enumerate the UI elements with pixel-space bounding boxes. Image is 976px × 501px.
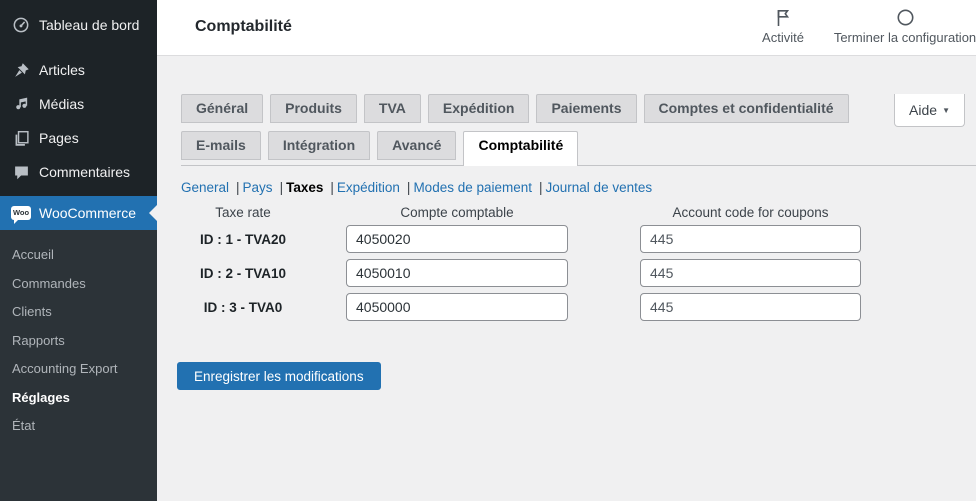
dashboard-icon: [11, 15, 31, 35]
subnav-general[interactable]: General: [181, 180, 229, 195]
woocommerce-icon: Woo: [11, 203, 31, 223]
subnav-separator: |: [407, 180, 411, 195]
account-code-input[interactable]: [346, 259, 568, 287]
tab-paiements[interactable]: Paiements: [536, 94, 636, 123]
page-title: Comptabilité: [195, 18, 292, 36]
subnav-expedition[interactable]: Expédition: [337, 180, 400, 195]
coupon-code-input[interactable]: [640, 225, 861, 253]
submenu-item-etat[interactable]: État: [0, 412, 157, 441]
finish-setup-label: Terminer la configuration: [834, 30, 976, 45]
table-header-row: Taxe rate Compte comptable Account code …: [181, 204, 976, 220]
tax-rate-label: ID : 2 - TVA10: [181, 266, 305, 281]
tab-row-1: Général Produits TVA Expédition Paiement…: [181, 94, 976, 123]
comments-icon: [11, 162, 31, 182]
tab-comptabilite[interactable]: Comptabilité: [463, 131, 578, 166]
sidebar-item-label: Médias: [39, 96, 84, 112]
sidebar-item-medias[interactable]: Médias: [0, 87, 157, 121]
settings-tabs: Général Produits TVA Expédition Paiement…: [181, 94, 976, 166]
subnav-separator: |: [330, 180, 334, 195]
activity-label: Activité: [762, 30, 804, 45]
table-row: ID : 3 - TVA0: [181, 293, 976, 321]
tab-general[interactable]: Général: [181, 94, 263, 123]
media-icon: [11, 94, 31, 114]
subnav-pays[interactable]: Pays: [243, 180, 273, 195]
admin-menu: Tableau de bord Articles Médias: [0, 0, 157, 230]
account-code-input[interactable]: [346, 293, 568, 321]
subnav-separator: |: [236, 180, 240, 195]
column-header-coupon: Account code for coupons: [640, 205, 861, 220]
sidebar-item-label: Commentaires: [39, 164, 130, 180]
sidebar-item-label: Pages: [39, 130, 79, 146]
coupon-code-input[interactable]: [640, 259, 861, 287]
submenu-item-accueil[interactable]: Accueil: [0, 241, 157, 270]
sidebar-item-dashboard[interactable]: Tableau de bord: [0, 8, 157, 42]
coupon-code-input[interactable]: [640, 293, 861, 321]
tab-integration[interactable]: Intégration: [268, 131, 370, 160]
subnav-modes-paiement[interactable]: Modes de paiement: [413, 180, 532, 195]
subnav-separator: |: [539, 180, 543, 195]
subnav-taxes[interactable]: Taxes: [286, 180, 323, 195]
tab-emails[interactable]: E-mails: [181, 131, 261, 160]
activity-button[interactable]: Activité: [753, 8, 813, 45]
submenu-item-rapports[interactable]: Rapports: [0, 327, 157, 356]
flag-icon: [753, 8, 813, 28]
submenu-item-clients[interactable]: Clients: [0, 298, 157, 327]
tab-expedition[interactable]: Expédition: [428, 94, 530, 123]
sidebar-item-label: Tableau de bord: [39, 17, 139, 33]
tax-rate-label: ID : 1 - TVA20: [181, 232, 305, 247]
page-header: Comptabilité Activité Terminer la config…: [157, 0, 976, 56]
subnav-separator: |: [280, 180, 284, 195]
table-row: ID : 1 - TVA20: [181, 225, 976, 253]
admin-sidebar: Tableau de bord Articles Médias: [0, 0, 157, 425]
sidebar-item-pages[interactable]: Pages: [0, 121, 157, 155]
save-changes-button[interactable]: Enregistrer les modifications: [177, 362, 381, 390]
tab-row-2: E-mails Intégration Avancé Comptabilité: [181, 131, 976, 166]
submenu-item-accounting-export[interactable]: Accounting Export: [0, 355, 157, 384]
submenu-item-commandes[interactable]: Commandes: [0, 270, 157, 299]
progress-circle-icon: [820, 8, 976, 28]
finish-setup-button[interactable]: Terminer la configuration: [820, 8, 976, 45]
sidebar-item-label: WooCommerce: [39, 205, 136, 221]
sidebar-item-woocommerce[interactable]: Woo WooCommerce: [0, 196, 157, 230]
submenu-item-reglages[interactable]: Réglages: [0, 384, 157, 413]
tax-rate-label: ID : 3 - TVA0: [181, 300, 305, 315]
subnav-journal-ventes[interactable]: Journal de ventes: [546, 180, 653, 195]
pushpin-icon: [11, 60, 31, 80]
main-area: Comptabilité Activité Terminer la config…: [157, 0, 976, 425]
sidebar-item-label: Articles: [39, 62, 85, 78]
sidebar-item-comments[interactable]: Commentaires: [0, 155, 157, 189]
column-header-tax-rate: Taxe rate: [181, 205, 305, 220]
tab-tva[interactable]: TVA: [364, 94, 421, 123]
tax-accounts-table: Taxe rate Compte comptable Account code …: [181, 204, 976, 321]
tab-avance[interactable]: Avancé: [377, 131, 456, 160]
table-row: ID : 2 - TVA10: [181, 259, 976, 287]
pages-icon: [11, 128, 31, 148]
account-code-input[interactable]: [346, 225, 568, 253]
tab-produits[interactable]: Produits: [270, 94, 357, 123]
taxes-subnav: General|Pays|Taxes|Expédition|Modes de p…: [181, 179, 976, 196]
woocommerce-submenu: Accueil Commandes Clients Rapports Accou…: [0, 230, 157, 501]
tab-comptes-confidentialite[interactable]: Comptes et confidentialité: [644, 94, 849, 123]
column-header-account: Compte comptable: [346, 205, 568, 220]
settings-content: Aide▼ Général Produits TVA Expédition Pa…: [157, 94, 976, 425]
sidebar-item-articles[interactable]: Articles: [0, 53, 157, 87]
